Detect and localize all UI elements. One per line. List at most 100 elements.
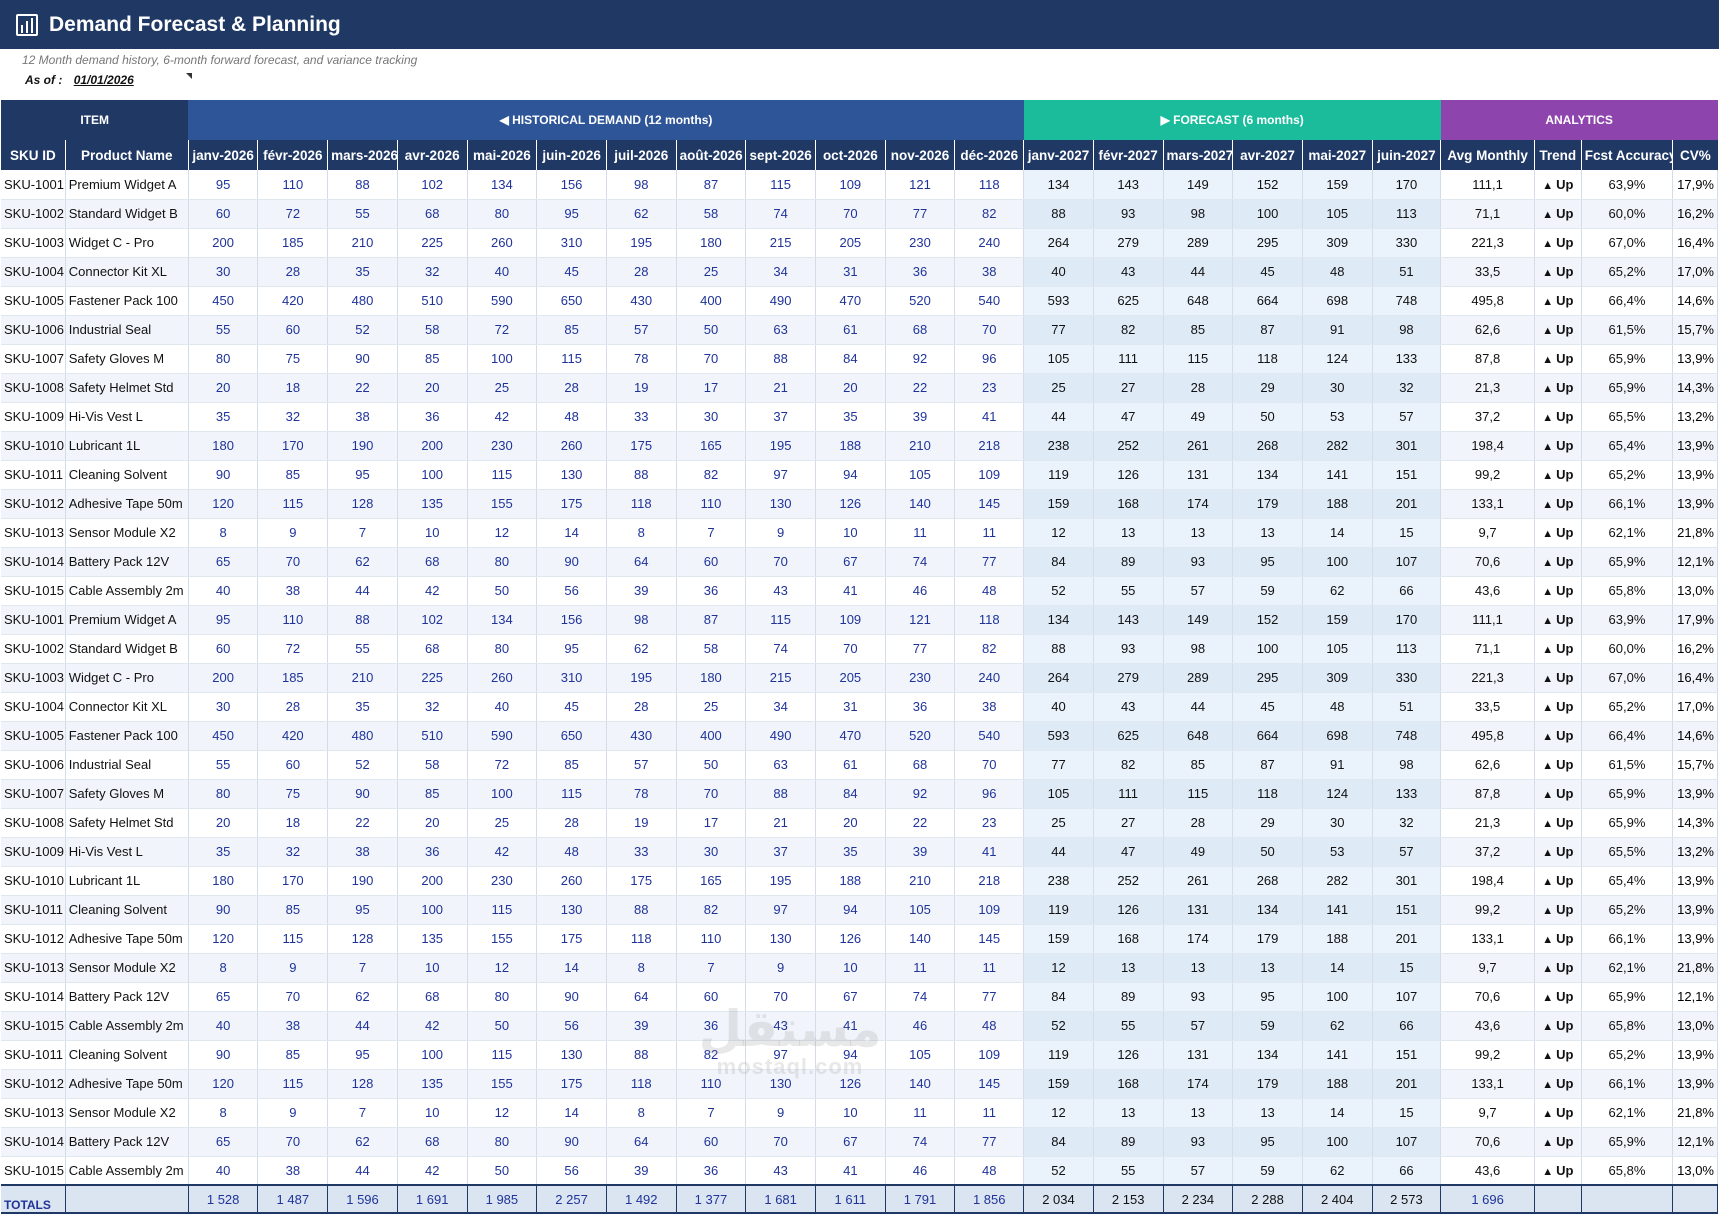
avg-monthly-cell[interactable]: 43,6 — [1440, 1011, 1535, 1041]
history-value-cell[interactable]: 260 — [536, 431, 607, 461]
history-value-cell[interactable]: 80 — [467, 547, 538, 577]
forecast-value-cell[interactable]: 40 — [1023, 257, 1094, 287]
history-value-cell[interactable]: 78 — [606, 779, 677, 809]
sku-id-cell[interactable]: SKU-1008 — [1, 808, 66, 838]
history-value-cell[interactable]: 85 — [257, 460, 329, 490]
history-value-cell[interactable]: 68 — [397, 634, 468, 664]
history-value-cell[interactable]: 11 — [954, 953, 1025, 983]
avg-monthly-cell[interactable]: 9,7 — [1440, 953, 1535, 983]
history-value-cell[interactable]: 39 — [885, 402, 956, 432]
history-value-cell[interactable]: 77 — [885, 634, 956, 664]
history-value-cell[interactable]: 90 — [188, 895, 259, 925]
forecast-value-cell[interactable]: 748 — [1372, 286, 1442, 316]
history-value-cell[interactable]: 55 — [327, 199, 398, 229]
forecast-value-cell[interactable]: 53 — [1302, 402, 1373, 432]
cv-percent-cell[interactable]: 17,9% — [1672, 170, 1718, 200]
history-value-cell[interactable]: 115 — [257, 489, 329, 519]
forecast-value-cell[interactable]: 57 — [1163, 1011, 1234, 1041]
forecast-value-cell[interactable]: 126 — [1093, 460, 1164, 490]
history-value-cell[interactable]: 42 — [467, 402, 538, 432]
forecast-value-cell[interactable]: 289 — [1163, 228, 1234, 258]
history-value-cell[interactable]: 650 — [536, 286, 607, 316]
history-value-cell[interactable]: 210 — [885, 431, 956, 461]
forecast-value-cell[interactable]: 13 — [1163, 518, 1234, 548]
trend-cell[interactable]: ▲ Up — [1534, 315, 1582, 345]
col-header-forecast-month[interactable]: mai-2027 — [1302, 140, 1373, 170]
product-name-cell[interactable]: Hi-Vis Vest L — [65, 837, 189, 867]
forecast-value-cell[interactable]: 330 — [1372, 663, 1442, 693]
cv-percent-cell[interactable]: 17,0% — [1672, 692, 1718, 722]
trend-cell[interactable]: ▲ Up — [1534, 518, 1582, 548]
history-value-cell[interactable]: 82 — [676, 1040, 747, 1070]
avg-monthly-cell[interactable]: 71,1 — [1440, 634, 1535, 664]
forecast-value-cell[interactable]: 698 — [1302, 286, 1373, 316]
history-value-cell[interactable]: 85 — [536, 315, 607, 345]
product-name-cell[interactable]: Widget C - Pro — [65, 228, 189, 258]
history-value-cell[interactable]: 82 — [954, 634, 1025, 664]
history-value-cell[interactable]: 134 — [467, 170, 538, 200]
history-value-cell[interactable]: 60 — [188, 199, 259, 229]
sku-id-cell[interactable]: SKU-1005 — [1, 721, 66, 751]
forecast-value-cell[interactable]: 57 — [1163, 576, 1234, 606]
forecast-value-cell[interactable]: 105 — [1302, 634, 1373, 664]
history-value-cell[interactable]: 35 — [188, 402, 259, 432]
avg-monthly-cell[interactable]: 70,6 — [1440, 982, 1535, 1012]
history-value-cell[interactable]: 41 — [954, 402, 1025, 432]
forecast-value-cell[interactable]: 48 — [1302, 692, 1373, 722]
total-forecast-cell[interactable]: 2 234 — [1163, 1184, 1234, 1214]
history-value-cell[interactable]: 7 — [327, 1098, 398, 1128]
history-value-cell[interactable]: 37 — [745, 837, 816, 867]
history-value-cell[interactable]: 175 — [536, 924, 607, 954]
history-value-cell[interactable]: 12 — [467, 1098, 538, 1128]
forecast-value-cell[interactable]: 48 — [1302, 257, 1373, 287]
history-value-cell[interactable]: 56 — [536, 1156, 607, 1186]
forecast-value-cell[interactable]: 47 — [1093, 402, 1164, 432]
history-value-cell[interactable]: 77 — [885, 199, 956, 229]
avg-monthly-cell[interactable]: 99,2 — [1440, 460, 1535, 490]
history-value-cell[interactable]: 100 — [397, 460, 468, 490]
history-value-cell[interactable]: 48 — [954, 576, 1025, 606]
history-value-cell[interactable]: 7 — [676, 1098, 747, 1128]
forecast-value-cell[interactable]: 55 — [1093, 576, 1164, 606]
sku-id-cell[interactable]: SKU-1013 — [1, 518, 66, 548]
history-value-cell[interactable]: 17 — [676, 808, 747, 838]
history-value-cell[interactable]: 8 — [188, 953, 259, 983]
history-value-cell[interactable]: 195 — [745, 866, 816, 896]
history-value-cell[interactable]: 40 — [188, 1011, 259, 1041]
sku-id-cell[interactable]: SKU-1011 — [1, 895, 66, 925]
fcst-accuracy-cell[interactable]: 66,1% — [1581, 924, 1674, 954]
forecast-value-cell[interactable]: 289 — [1163, 663, 1234, 693]
sku-id-cell[interactable]: SKU-1015 — [1, 1011, 66, 1041]
history-value-cell[interactable]: 128 — [327, 924, 398, 954]
history-value-cell[interactable]: 126 — [815, 924, 886, 954]
history-value-cell[interactable]: 170 — [257, 866, 329, 896]
col-header-history-month[interactable]: nov-2026 — [885, 140, 956, 170]
totals-empty-cell[interactable] — [1581, 1184, 1674, 1214]
history-value-cell[interactable]: 95 — [327, 1040, 398, 1070]
product-name-cell[interactable]: Cleaning Solvent — [65, 1040, 189, 1070]
history-value-cell[interactable]: 42 — [397, 1156, 468, 1186]
forecast-value-cell[interactable]: 261 — [1163, 431, 1234, 461]
avg-monthly-cell[interactable]: 99,2 — [1440, 1040, 1535, 1070]
product-name-cell[interactable]: Safety Helmet Std — [65, 373, 189, 403]
avg-monthly-cell[interactable]: 70,6 — [1440, 547, 1535, 577]
history-value-cell[interactable]: 510 — [397, 286, 468, 316]
forecast-value-cell[interactable]: 50 — [1232, 402, 1303, 432]
history-value-cell[interactable]: 23 — [954, 808, 1025, 838]
forecast-value-cell[interactable]: 625 — [1093, 286, 1164, 316]
sku-id-cell[interactable]: SKU-1001 — [1, 605, 66, 635]
cv-percent-cell[interactable]: 16,2% — [1672, 634, 1718, 664]
forecast-value-cell[interactable]: 15 — [1372, 953, 1442, 983]
history-value-cell[interactable]: 25 — [676, 257, 747, 287]
history-value-cell[interactable]: 95 — [536, 199, 607, 229]
forecast-value-cell[interactable]: 134 — [1232, 1040, 1303, 1070]
cv-percent-cell[interactable]: 13,0% — [1672, 576, 1718, 606]
history-value-cell[interactable]: 60 — [257, 750, 329, 780]
avg-monthly-cell[interactable]: 37,2 — [1440, 837, 1535, 867]
forecast-value-cell[interactable]: 664 — [1232, 721, 1303, 751]
product-name-cell[interactable]: Connector Kit XL — [65, 257, 189, 287]
history-value-cell[interactable]: 70 — [676, 344, 747, 374]
history-value-cell[interactable]: 50 — [676, 315, 747, 345]
history-value-cell[interactable]: 240 — [954, 663, 1025, 693]
history-value-cell[interactable]: 22 — [327, 808, 398, 838]
